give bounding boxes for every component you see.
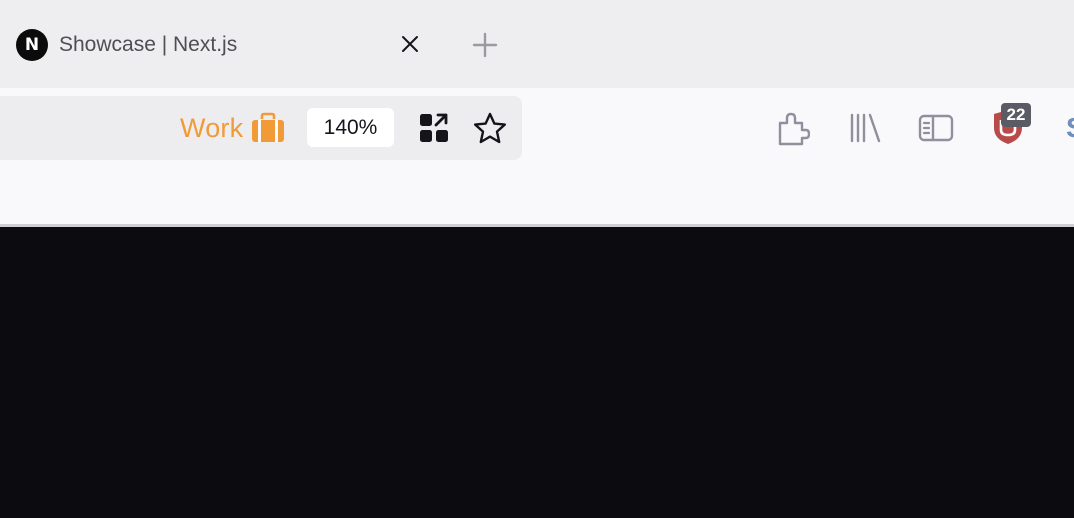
zoom-indicator[interactable]: 140% bbox=[307, 108, 394, 147]
plus-icon[interactable] bbox=[471, 31, 499, 59]
close-icon[interactable] bbox=[398, 32, 422, 56]
qr-code-icon[interactable] bbox=[419, 112, 449, 144]
nextjs-favicon-icon: N bbox=[16, 29, 48, 61]
sidebar-icon[interactable] bbox=[918, 114, 954, 142]
library-icon[interactable] bbox=[848, 112, 882, 144]
puzzle-icon[interactable] bbox=[776, 111, 810, 147]
star-icon[interactable] bbox=[472, 111, 508, 147]
tab-strip: N Showcase | Next.js bbox=[0, 0, 1074, 88]
partial-extension-icon[interactable]: S bbox=[1066, 112, 1074, 144]
briefcase-icon[interactable] bbox=[250, 112, 286, 144]
favicon-letter: N bbox=[24, 35, 40, 55]
page-content bbox=[0, 227, 1074, 518]
tab-title: Showcase | Next.js bbox=[59, 33, 238, 56]
ublock-badge: 22 bbox=[1001, 103, 1031, 127]
container-label[interactable]: Work bbox=[180, 113, 243, 144]
